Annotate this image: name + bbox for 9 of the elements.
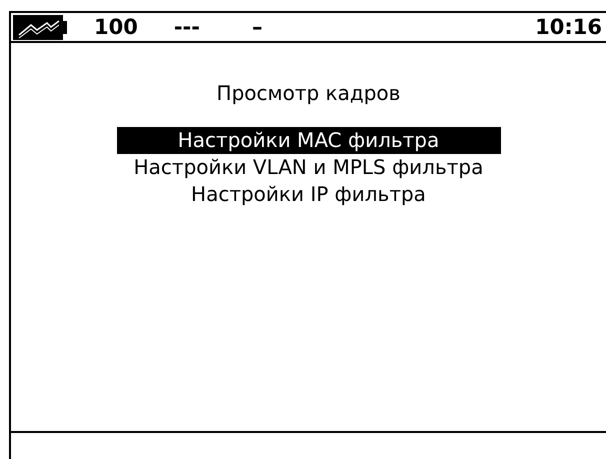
zigzag-icon <box>13 14 67 40</box>
menu-item[interactable]: Настройки IP фильтра <box>179 181 438 208</box>
status-field: --- <box>174 15 200 39</box>
status-field: – <box>252 15 262 39</box>
menu-item[interactable]: Настройки VLAN и MPLS фильтра <box>122 154 496 181</box>
status-value: 100 <box>94 15 138 39</box>
menu-item[interactable]: Настройки MAC фильтра <box>116 127 500 154</box>
clock-time: 10:16 <box>535 15 602 39</box>
screen-title: Просмотр кадров <box>216 81 400 105</box>
